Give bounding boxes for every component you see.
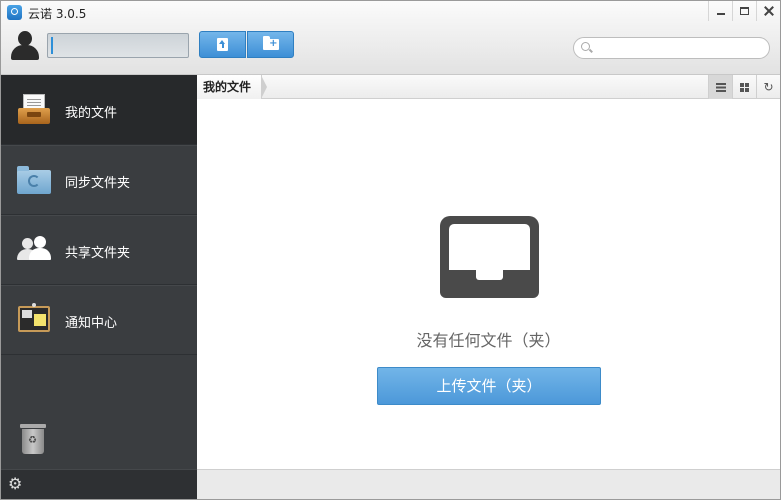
main-panel: 我的文件 ↻ 没有任何文件（夹） 上传文件（夹） — [197, 75, 780, 499]
status-bar — [197, 469, 780, 499]
breadcrumb[interactable]: 我的文件 — [197, 75, 268, 99]
my-files-icon — [17, 92, 51, 126]
sidebar-item-label: 共享文件夹 — [65, 246, 131, 261]
search-icon — [581, 42, 592, 53]
gear-icon[interactable]: ⚙ — [8, 476, 24, 492]
shared-folder-icon — [17, 232, 51, 266]
view-mode-buttons: ↻ — [708, 75, 780, 99]
search-box[interactable] — [573, 37, 770, 59]
refresh-icon: ↻ — [763, 80, 774, 94]
upload-file-icon — [217, 38, 228, 51]
sidebar-item-label: 通知中心 — [65, 316, 118, 331]
grid-view-button[interactable] — [732, 75, 756, 99]
path-bar: 我的文件 ↻ — [197, 75, 780, 99]
user-avatar-icon[interactable] — [11, 31, 39, 61]
maximize-icon — [740, 7, 749, 15]
empty-state-message: 没有任何文件（夹） — [416, 331, 561, 350]
grid-view-icon — [740, 82, 749, 92]
close-button[interactable] — [756, 1, 780, 21]
sidebar-item-sync-folder[interactable]: 同步文件夹 — [1, 145, 197, 215]
list-view-icon — [715, 82, 726, 92]
upload-file-button[interactable] — [199, 31, 246, 58]
list-view-button[interactable] — [708, 75, 732, 99]
sync-folder-icon — [17, 162, 51, 196]
maximize-button[interactable] — [732, 1, 756, 21]
refresh-button[interactable]: ↻ — [756, 75, 780, 99]
sidebar-item-shared-folder[interactable]: 共享文件夹 — [1, 215, 197, 285]
sidebar: 我的文件 同步文件夹 共享文件夹 通知中心 ♻ ⚙ — [1, 75, 197, 499]
sidebar-item-label: 同步文件夹 — [65, 176, 131, 191]
minimize-button[interactable] — [708, 1, 732, 21]
recycle-bin-icon[interactable]: ♻ — [20, 424, 46, 454]
close-icon — [764, 6, 774, 16]
window-title: 云诺 3.0.5 — [28, 7, 87, 21]
minimize-icon — [716, 13, 725, 15]
sidebar-item-label: 我的文件 — [65, 106, 118, 121]
search-input[interactable] — [596, 40, 764, 56]
sidebar-footer: ⚙ — [1, 469, 197, 499]
empty-inbox-icon — [440, 216, 539, 298]
notification-board-icon — [17, 302, 51, 336]
sidebar-item-notification-center[interactable]: 通知中心 — [1, 285, 197, 355]
app-logo-icon — [7, 5, 22, 20]
top-toolbar: 云诺 3.0.5 — [1, 1, 780, 75]
new-folder-icon — [262, 36, 279, 50]
upload-files-button[interactable]: 上传文件（夹） — [377, 367, 601, 405]
window-controls — [708, 1, 780, 25]
new-folder-button[interactable] — [247, 31, 294, 58]
title-bar: 云诺 3.0.5 — [1, 1, 780, 25]
app-window: 云诺 3.0.5 我的文件 — [0, 0, 781, 500]
username-field[interactable] — [47, 33, 189, 58]
sidebar-item-my-files[interactable]: 我的文件 — [1, 75, 197, 145]
